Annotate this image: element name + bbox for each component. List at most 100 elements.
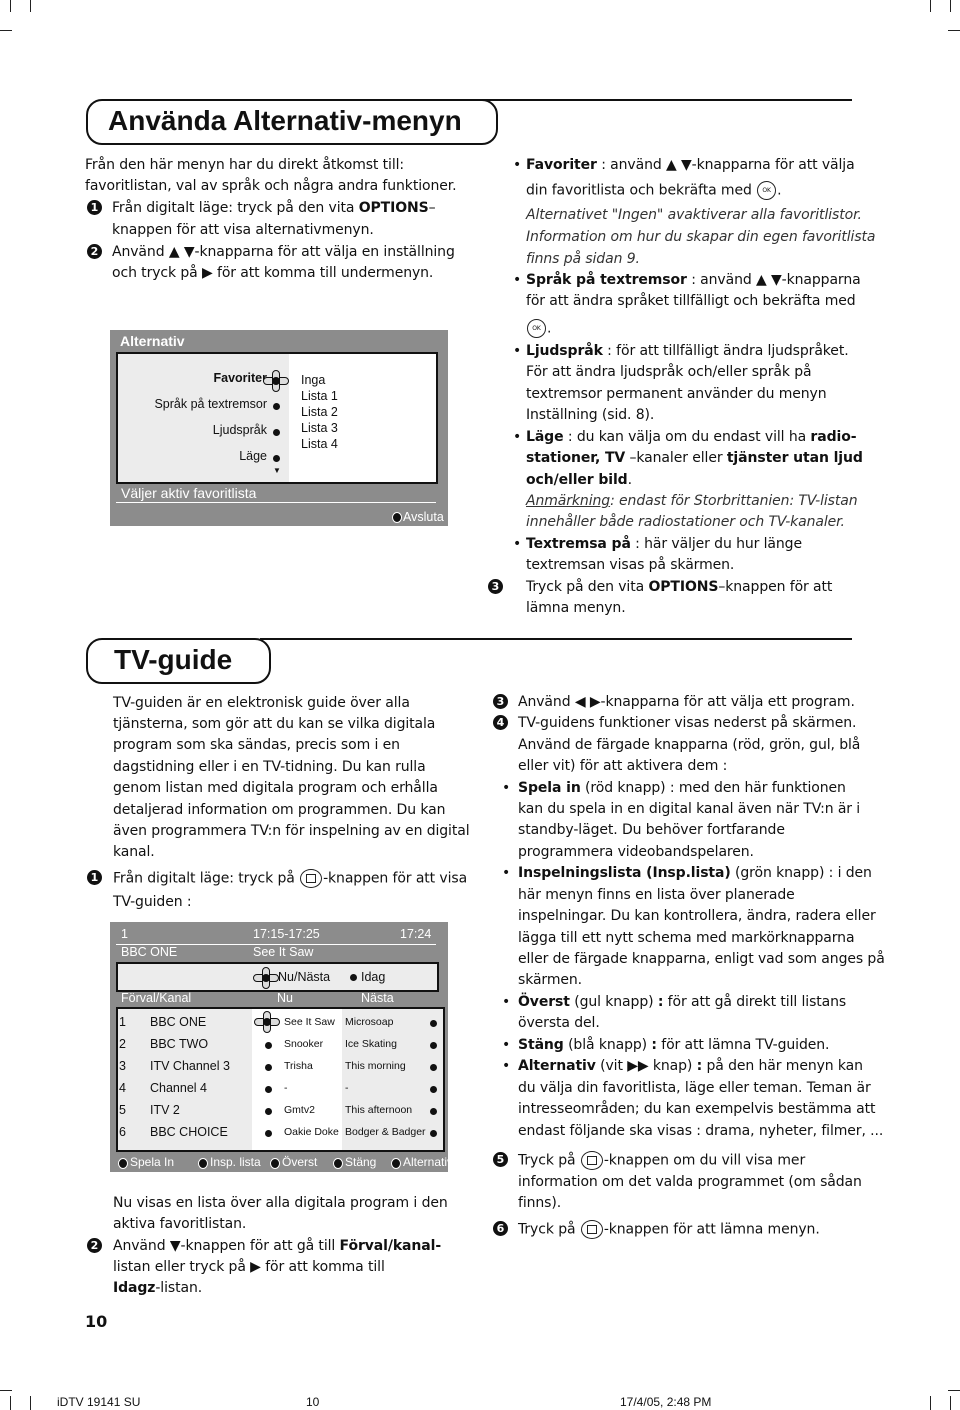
crop-mark — [0, 30, 12, 31]
navigation-pad-icon — [253, 967, 279, 989]
text: endast följande ska visas : drama, nyhet… — [518, 1123, 884, 1139]
channel-number: 1 — [119, 1015, 126, 1029]
italic-text: Alternativet "Ingen" avaktiverar alla fa… — [526, 207, 862, 223]
channel-name[interactable]: Channel 4 — [150, 1081, 207, 1095]
menu-panel: Favoriter Språk på textremsor Ljudspråk … — [116, 352, 438, 484]
option-lista-1[interactable]: Lista 1 — [301, 389, 338, 403]
menu-item-favoriter[interactable]: Favoriter — [214, 371, 268, 385]
text-line: lägga till ett nytt schema med markörkna… — [518, 929, 855, 947]
now-program[interactable]: See It Saw — [284, 1016, 335, 1028]
section-title: Använda Alternativ-menyn — [86, 99, 498, 145]
text-line: Använd ◀ ▶-knapparna för att välja ett p… — [518, 693, 855, 711]
guide-button-label[interactable]: Överst — [282, 1155, 317, 1169]
text: tjänsterna, som gör att du kan se vilka … — [113, 716, 436, 732]
now-program[interactable]: Snooker — [284, 1038, 323, 1050]
text-line: lämna menyn. — [526, 599, 626, 617]
clock: 17:24 — [400, 927, 432, 941]
footer-doc-id: iDTV 19141 SU — [57, 1395, 141, 1409]
step-number: 3 — [493, 694, 508, 709]
text: Från digitalt läge: tryck på den vita — [112, 200, 359, 216]
menu-item-ljudsprak[interactable]: Ljudspråk — [213, 423, 267, 437]
text-line: program som ska sändas, precis som i en — [113, 736, 400, 754]
bullet: • — [502, 994, 511, 1010]
text: -knappen för att visa — [323, 870, 468, 887]
text-line: TV-guiden är en elektronisk guide över a… — [113, 694, 410, 712]
text: –kanaler eller — [625, 450, 727, 466]
channel-name[interactable]: BBC CHOICE — [150, 1125, 228, 1139]
menu-item-lage[interactable]: Läge — [239, 449, 267, 463]
crop-mark — [950, 1396, 951, 1410]
text-line: Tryck på den vita OPTIONS–knappen för at… — [526, 578, 832, 596]
now-program[interactable]: Gmtv2 — [284, 1104, 315, 1116]
next-program[interactable]: - — [345, 1082, 349, 1094]
next-program[interactable]: This morning — [345, 1060, 406, 1072]
channel-name[interactable]: BBC ONE — [150, 1015, 206, 1029]
text-line: listan eller tryck på ▶ för att komma ti… — [113, 1258, 385, 1276]
text-line: Läge : du kan välja om du endast vill ha… — [526, 428, 857, 446]
now-program[interactable]: Oakie Doke — [284, 1126, 339, 1138]
text-line: Från den här menyn har du direkt åtkomst… — [85, 156, 404, 174]
channel-number: 3 — [119, 1059, 126, 1073]
footer-page: 10 — [306, 1395, 320, 1409]
scroll-down-arrow-icon: ▼ — [273, 466, 281, 475]
note-label: Anmärkning — [526, 493, 610, 509]
text: inspelningar. Du kan kontrollera, ändra,… — [518, 908, 876, 924]
option-lista-2[interactable]: Lista 2 — [301, 405, 338, 419]
bold-text: Språk på textremsor — [526, 272, 687, 288]
channel-list: 1 BBC ONE See It Saw Microsoap 2 BBC TWO Snook… — [116, 1007, 445, 1152]
color-button-icon — [391, 1158, 401, 1169]
text-line: Tryck på -knappen om du vill visa mer — [518, 1151, 805, 1170]
channel-number: 4 — [119, 1081, 126, 1095]
bullet-dot-icon — [265, 1130, 272, 1137]
text: Nu visas en lista över alla digitala pro… — [113, 1195, 448, 1211]
text-line: OK. — [526, 319, 551, 338]
bullet: • — [502, 865, 511, 881]
next-program[interactable]: Bodger & Badger — [345, 1126, 426, 1138]
guide-button-label[interactable]: Alternativ — [403, 1155, 453, 1169]
channel-number: 6 — [119, 1125, 126, 1139]
channel-name[interactable]: ITV Channel 3 — [150, 1059, 230, 1073]
bullet: • — [513, 157, 522, 173]
next-program[interactable]: This afternoon — [345, 1104, 412, 1116]
text-line: Alternativ (vit ▶▶ knap) : på den här me… — [518, 1057, 863, 1075]
next-program[interactable]: Microsoap — [345, 1016, 393, 1028]
text: Tryck på den vita — [526, 579, 649, 595]
option-lista-4[interactable]: Lista 4 — [301, 437, 338, 451]
channel-name[interactable]: ITV 2 — [150, 1103, 180, 1117]
text-line: Spela in (röd knapp) : med den här funkt… — [518, 779, 846, 797]
mode-now-next[interactable]: Nu/Nästa — [278, 970, 330, 984]
bold-text: stationer, TV — [526, 450, 626, 466]
tv-guide-screen: 1 17:15-17:25 17:24 BBC ONE See It Saw N… — [110, 922, 453, 1172]
text: – — [428, 200, 436, 216]
bullet: • — [502, 780, 511, 796]
bullet: • — [502, 1037, 511, 1053]
divider — [116, 502, 436, 503]
text: -knappen för att lämna menyn. — [603, 1221, 820, 1238]
now-program[interactable]: Trisha — [284, 1060, 313, 1072]
next-program[interactable]: Ice Skating — [345, 1038, 397, 1050]
channel-name[interactable]: BBC TWO — [150, 1037, 208, 1051]
option-lista-3[interactable]: Lista 3 — [301, 421, 338, 435]
text: Använd ◀ ▶-knapparna för att välja ett p… — [518, 694, 855, 710]
bold-text: Spela in — [518, 780, 581, 796]
mode-today[interactable]: Idag — [361, 970, 385, 984]
text-line: Överst (gul knapp) : för att gå direkt t… — [518, 993, 846, 1011]
text: kanal. — [113, 844, 155, 860]
text-line: Använd ▲ ▼-knapparna för att välja en in… — [112, 243, 455, 261]
guide-button-label[interactable]: Spela In — [130, 1155, 174, 1169]
text-line: eller de färgade knapparna, enligt vad s… — [518, 950, 885, 968]
italic-text: : endast för Storbrittanien: TV-listan — [610, 493, 858, 509]
option-inga[interactable]: Inga — [301, 373, 325, 387]
text-line: favoritlistan, val av språk och några an… — [85, 177, 457, 195]
guide-button-label[interactable]: Insp. lista — [210, 1155, 261, 1169]
bullet: • — [513, 343, 522, 359]
text-line: din favoritlista och bekräfta med OK. — [526, 181, 782, 200]
exit-label[interactable]: Avsluta — [403, 510, 444, 524]
bold-text: tjänster utan ljud — [726, 450, 863, 466]
text-line: finns). — [518, 1194, 561, 1212]
step-number: 2 — [87, 244, 102, 259]
now-program[interactable]: - — [284, 1082, 288, 1094]
guide-button-label[interactable]: Stäng — [345, 1155, 376, 1169]
menu-item-sprak-textremsor[interactable]: Språk på textremsor — [154, 397, 267, 411]
text-line: detaljerad information om programmen. Du… — [113, 801, 445, 819]
